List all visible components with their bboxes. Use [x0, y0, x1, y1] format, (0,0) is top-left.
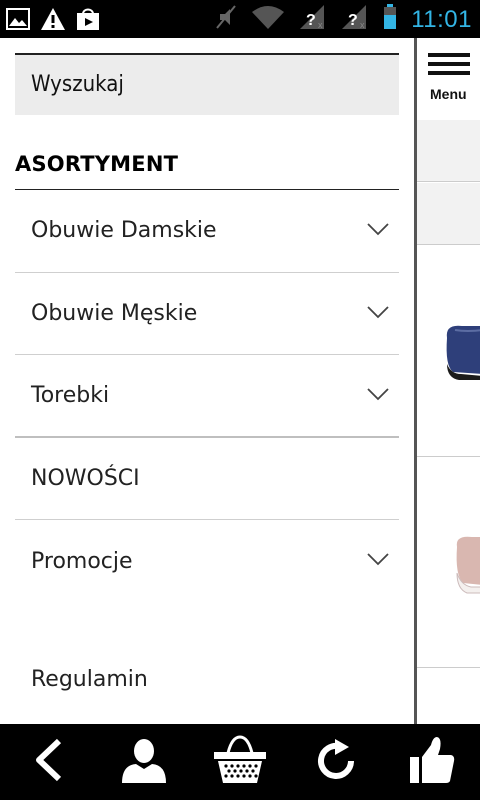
refresh-icon: [313, 737, 359, 788]
thumbs-up-icon: [409, 735, 455, 790]
mute-icon: [215, 4, 237, 35]
menu-item-label: Obuwie Damskie: [31, 218, 217, 244]
menu-item-torebki[interactable]: Torebki: [15, 355, 399, 438]
warning-icon: [40, 7, 66, 36]
user-icon: [120, 737, 168, 788]
refresh-button[interactable]: [301, 727, 371, 797]
bottom-nav-bar: [0, 724, 480, 800]
svg-text:?: ?: [306, 12, 316, 29]
basket-button[interactable]: [205, 727, 275, 797]
sort-bar[interactable]: [417, 183, 480, 245]
menu-item-promocje[interactable]: Promocje: [15, 520, 399, 603]
chevron-down-icon[interactable]: [367, 552, 389, 571]
product-divider: [417, 667, 480, 668]
menu-item-label: NOWOŚCI: [31, 465, 140, 491]
search-placeholder: Wyszukaj: [31, 72, 124, 97]
status-bar: ? x ? x 11:01: [0, 0, 480, 38]
store-icon: [76, 7, 100, 36]
chevron-down-icon[interactable]: [367, 387, 389, 406]
menu-button-label: Menu: [430, 86, 467, 102]
menu-item-label: Obuwie Męskie: [31, 300, 198, 326]
no-signal-icon: ? x: [341, 4, 369, 35]
menu-item-label: Torebki: [31, 382, 110, 408]
like-button[interactable]: [397, 727, 467, 797]
search-input[interactable]: Wyszukaj: [15, 53, 399, 115]
menu-item-obuwie-damskie[interactable]: Obuwie Damskie: [15, 190, 399, 273]
svg-text:x: x: [360, 20, 365, 30]
product-image[interactable]: [417, 457, 480, 667]
menu-item-label: Promocje: [31, 548, 133, 574]
product-image[interactable]: [417, 246, 480, 456]
section-title: ASORTYMENT: [15, 152, 179, 176]
image-icon: [6, 8, 30, 35]
back-button[interactable]: [13, 727, 83, 797]
category-list: Obuwie Damskie Obuwie Męskie Torebki NOW…: [15, 190, 399, 603]
chevron-down-icon[interactable]: [367, 222, 389, 241]
status-time: 11:01: [411, 5, 472, 33]
regulamin-link[interactable]: Regulamin: [31, 667, 148, 692]
no-signal-icon: ? x: [299, 4, 327, 35]
menu-button[interactable]: Menu: [417, 38, 480, 118]
wifi-icon: [251, 4, 285, 35]
main-content: Menu: [414, 38, 480, 724]
hamburger-icon: [428, 53, 470, 82]
basket-icon: [212, 734, 268, 790]
svg-text:?: ?: [348, 12, 358, 29]
back-icon: [33, 738, 63, 787]
battery-icon: [383, 4, 397, 35]
svg-text:x: x: [318, 20, 323, 30]
chevron-down-icon[interactable]: [367, 305, 389, 324]
menu-item-nowosci[interactable]: NOWOŚCI: [15, 438, 399, 520]
account-button[interactable]: [109, 727, 179, 797]
nav-drawer: Wyszukaj ASORTYMENT Obuwie Damskie Obuwi…: [0, 38, 414, 724]
menu-item-obuwie-meskie[interactable]: Obuwie Męskie: [15, 273, 399, 355]
filter-bar[interactable]: [417, 120, 480, 182]
